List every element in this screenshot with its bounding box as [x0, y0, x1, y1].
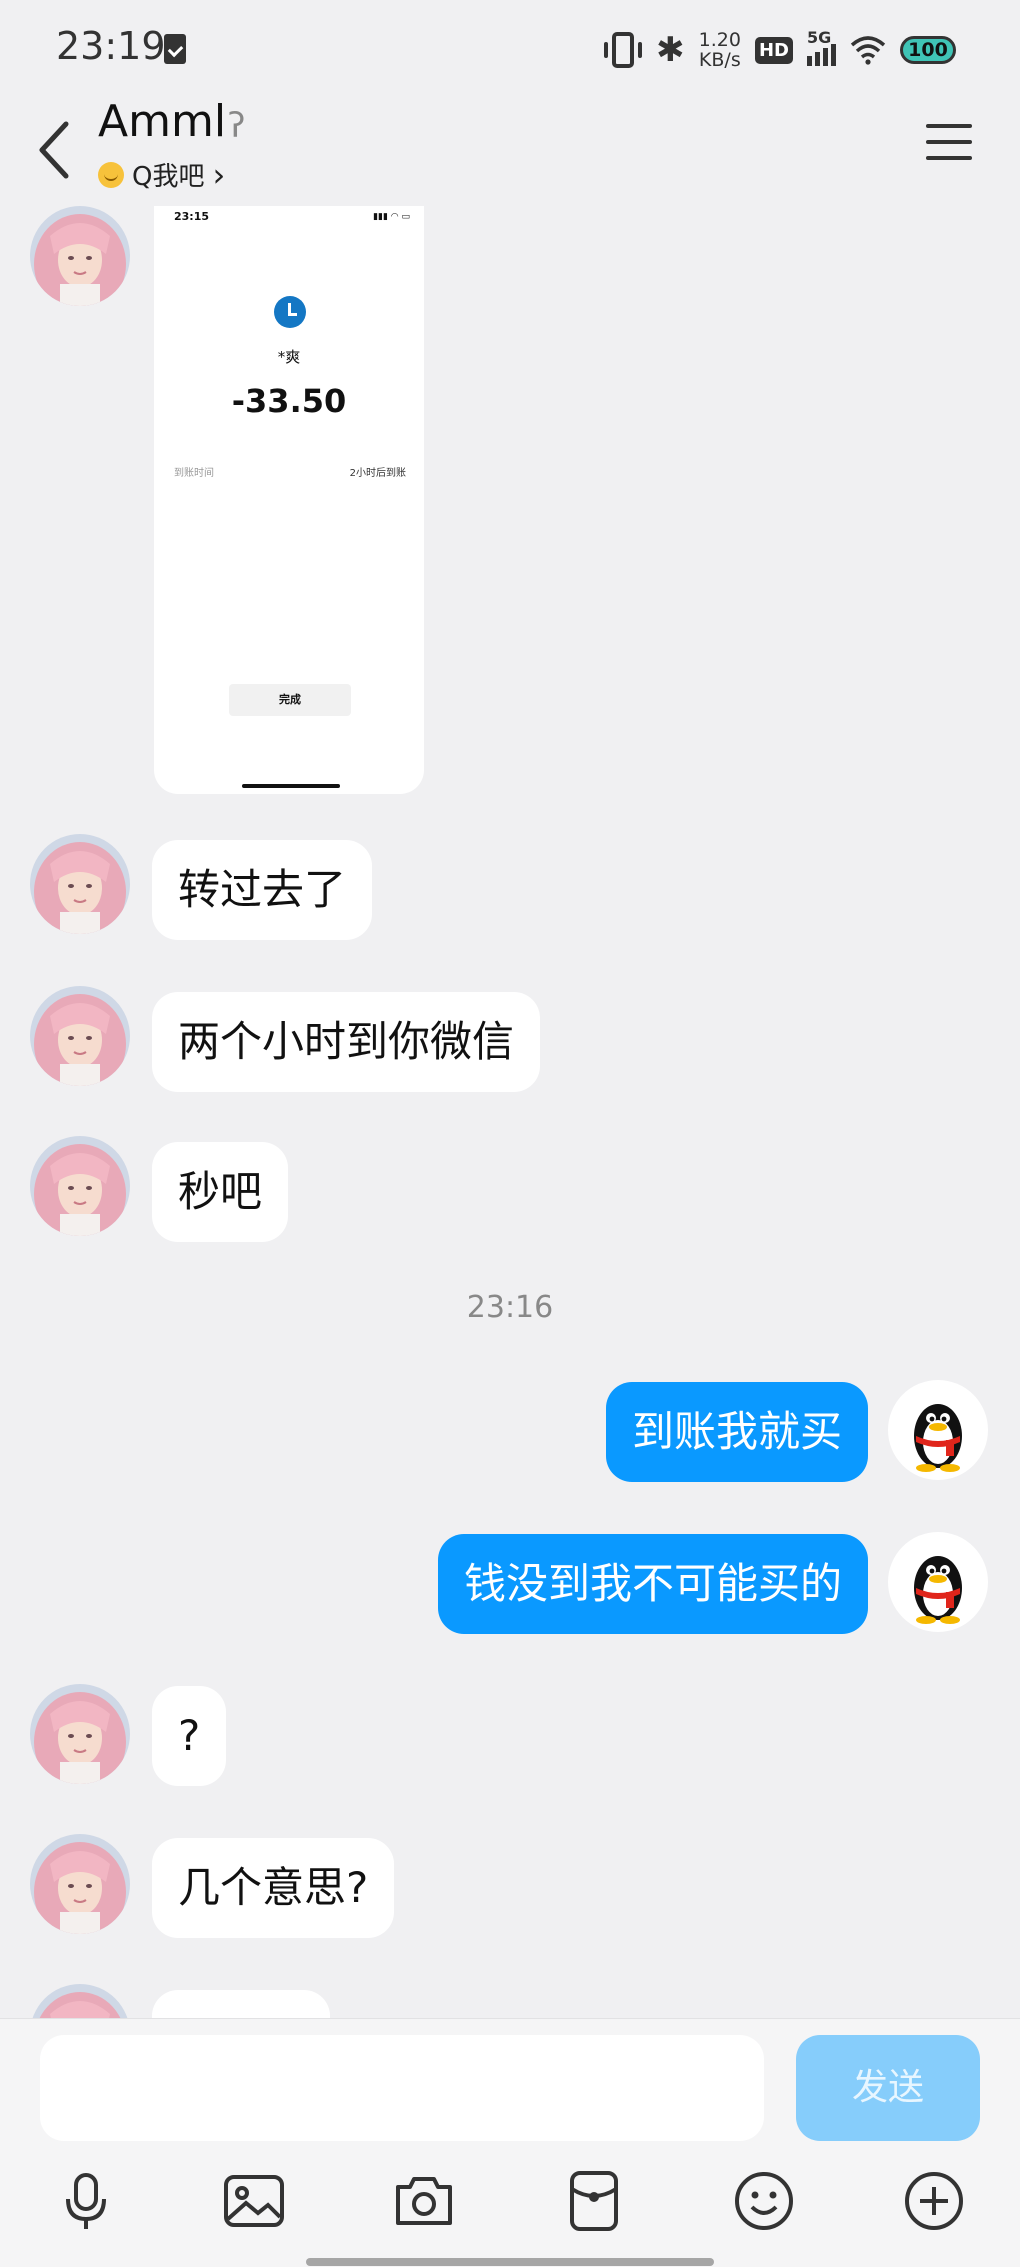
network-speed-unit: KB/s	[698, 49, 741, 71]
vibrate-icon	[604, 32, 643, 68]
menu-icon[interactable]	[926, 124, 972, 160]
network-speed-value: 1.20	[698, 29, 741, 51]
bluetooth-icon: ✱	[656, 30, 685, 70]
message-list[interactable]: 23:15 ▮▮▮ ◠ ▭ *爽 -33.50 到账时间 2小时后到账 完成 转…	[0, 206, 1020, 2018]
cell-signal-icon: 5G	[807, 28, 836, 66]
ear-icon[interactable]: ʔ	[228, 106, 245, 146]
status-bar: 23:19 ✱ 1.20 KB/s HD 5G 100	[0, 0, 1020, 96]
send-button[interactable]: 发送	[796, 2035, 980, 2141]
screenshot-amount: -33.50	[231, 382, 347, 420]
network-type: 5G	[807, 28, 832, 47]
my-avatar[interactable]	[888, 1380, 988, 1480]
screenshot-time: 23:15	[174, 210, 210, 223]
input-bar: 发送	[0, 2018, 1020, 2267]
screenshot-row-label: 到账时间	[174, 468, 214, 479]
red-packet-icon[interactable]	[562, 2169, 626, 2233]
message-bubble-incoming[interactable]: ?	[152, 1686, 227, 1786]
message-input[interactable]	[40, 2035, 764, 2141]
message-bubble-incoming[interactable]: 几个意思?	[152, 1838, 395, 1938]
status-time: 23:19	[56, 24, 166, 68]
clock-icon	[274, 296, 306, 328]
screenshot-row-value: 2小时后到账	[349, 468, 406, 479]
network-speed: 1.20 KB/s	[699, 30, 741, 70]
contact-avatar[interactable]	[30, 1684, 130, 1784]
contact-avatar[interactable]	[30, 1984, 130, 2018]
image-message-payment-screenshot[interactable]: 23:15 ▮▮▮ ◠ ▭ *爽 -33.50 到账时间 2小时后到账 完成	[154, 206, 424, 794]
contact-avatar[interactable]	[30, 986, 130, 1086]
plus-icon[interactable]	[902, 2169, 966, 2233]
contact-name[interactable]: Amml	[98, 96, 226, 147]
image-icon[interactable]	[222, 2169, 286, 2233]
contact-avatar[interactable]	[30, 834, 130, 934]
hd-badge: HD	[754, 36, 793, 64]
screenshot-payee: *爽	[277, 348, 301, 366]
screenshot-home-indicator	[242, 784, 340, 788]
chevron-right-icon: ›	[212, 155, 226, 194]
camera-icon[interactable]	[392, 2169, 456, 2233]
contact-status-text: Q我吧	[132, 162, 205, 192]
message-bubble-incoming[interactable]: 转过去了	[152, 840, 373, 940]
my-avatar[interactable]	[888, 1532, 988, 1632]
chat-header: Amml ʔ Q我吧 ›	[0, 96, 1020, 206]
screenshot-status-icons: ▮▮▮ ◠ ▭	[373, 212, 410, 222]
screenshot-done-button: 完成	[229, 684, 351, 716]
input-toolbar	[0, 2169, 1020, 2239]
emoji-icon[interactable]	[732, 2169, 796, 2233]
message-bubble-incoming-partial[interactable]	[152, 1990, 330, 2018]
contact-avatar[interactable]	[30, 1834, 130, 1934]
microphone-icon[interactable]	[54, 2169, 118, 2233]
home-indicator[interactable]	[306, 2258, 714, 2266]
smiley-icon	[98, 161, 124, 188]
contact-avatar[interactable]	[30, 206, 130, 306]
back-arrow-icon[interactable]	[32, 116, 82, 186]
message-bubble-outgoing[interactable]: 钱没到我不可能买的	[437, 1534, 868, 1634]
contact-status-link[interactable]: Q我吧 ›	[98, 156, 225, 193]
wifi-icon	[850, 36, 886, 65]
battery-indicator: 100	[900, 36, 956, 64]
message-bubble-incoming[interactable]: 秒吧	[152, 1142, 289, 1242]
clipboard-icon	[164, 34, 186, 64]
message-bubble-incoming[interactable]: 两个小时到你微信	[152, 992, 541, 1092]
message-bubble-outgoing[interactable]: 到账我就买	[605, 1382, 868, 1482]
contact-avatar[interactable]	[30, 1136, 130, 1236]
message-timestamp: 23:16	[466, 1290, 554, 1325]
